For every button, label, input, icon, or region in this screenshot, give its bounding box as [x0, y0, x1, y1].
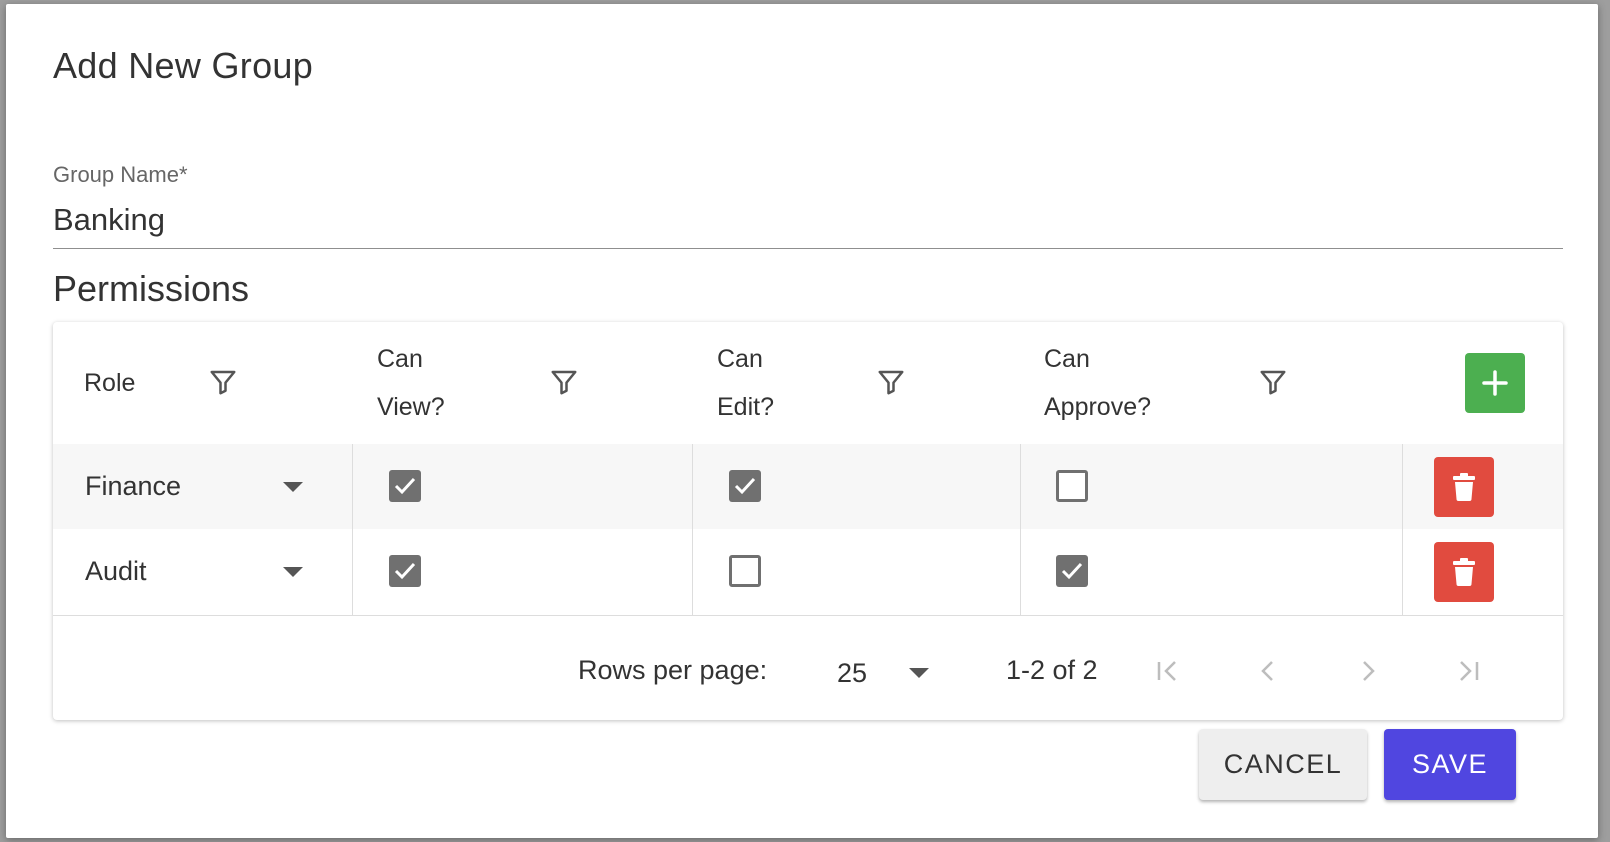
role-value: Finance [85, 471, 182, 501]
dropdown-arrow-icon [283, 482, 303, 492]
table-row: Audit [53, 529, 1563, 616]
dialog-title: Add New Group [53, 45, 314, 86]
trash-icon [1453, 558, 1475, 586]
can-edit-checkbox[interactable] [729, 470, 761, 502]
check-icon [734, 477, 756, 495]
column-header-can-approve: Can Approve? [1044, 345, 1152, 421]
can-approve-checkbox[interactable] [1056, 470, 1088, 502]
prev-page-icon [1261, 661, 1273, 681]
filter-icon[interactable] [1258, 367, 1288, 397]
column-header-can-edit: Can Edit? [717, 345, 774, 421]
group-name-input[interactable]: Banking [53, 202, 1563, 249]
check-icon [1061, 562, 1083, 580]
cancel-button[interactable]: CANCEL [1199, 729, 1367, 800]
filter-icon[interactable] [208, 367, 238, 397]
permissions-table: Role Can View? Can Edit? Can Approve? Finan… [53, 322, 1563, 720]
plus-icon [1482, 370, 1508, 396]
delete-row-button[interactable] [1434, 457, 1494, 517]
first-page-button[interactable] [1151, 654, 1185, 688]
table-header: Role Can View? Can Edit? Can Approve? [53, 322, 1563, 445]
first-page-icon [1157, 661, 1176, 681]
column-header-can-view: Can View? [377, 345, 445, 421]
last-page-icon [1460, 661, 1479, 681]
dropdown-arrow-icon[interactable] [909, 668, 929, 678]
trash-icon [1453, 473, 1475, 501]
check-icon [394, 562, 416, 580]
can-approve-checkbox[interactable] [1056, 555, 1088, 587]
next-page-icon [1363, 661, 1375, 681]
check-icon [394, 477, 416, 495]
role-select[interactable]: Audit [53, 529, 353, 615]
last-page-button[interactable] [1451, 654, 1485, 688]
dropdown-arrow-icon [283, 567, 303, 577]
can-edit-checkbox[interactable] [729, 555, 761, 587]
group-name-field[interactable]: Group Name* Banking [53, 162, 1563, 249]
rows-per-page-label: Rows per page: [578, 655, 768, 685]
permissions-title: Permissions [53, 268, 250, 309]
can-view-checkbox[interactable] [389, 555, 421, 587]
filter-icon[interactable] [549, 367, 579, 397]
can-view-checkbox[interactable] [389, 470, 421, 502]
role-select[interactable]: Finance [53, 444, 353, 530]
table-row: Finance [53, 444, 1563, 531]
pagination-range: 1-2 of 2 [1006, 655, 1098, 685]
rows-per-page-select[interactable]: 25 [837, 658, 867, 689]
delete-row-button[interactable] [1434, 542, 1494, 602]
column-header-role: Role [84, 369, 136, 397]
prev-page-button[interactable] [1251, 654, 1285, 688]
filter-icon[interactable] [876, 367, 906, 397]
add-group-dialog: Add New Group Group Name* Banking Permis… [6, 4, 1598, 838]
group-name-label: Group Name* [53, 162, 188, 187]
add-row-button[interactable] [1465, 353, 1525, 413]
pagination: Rows per page: 25 1-2 of 2 [53, 618, 1563, 720]
save-button[interactable]: SAVE [1384, 729, 1516, 800]
next-page-button[interactable] [1351, 654, 1385, 688]
role-value: Audit [85, 556, 147, 586]
